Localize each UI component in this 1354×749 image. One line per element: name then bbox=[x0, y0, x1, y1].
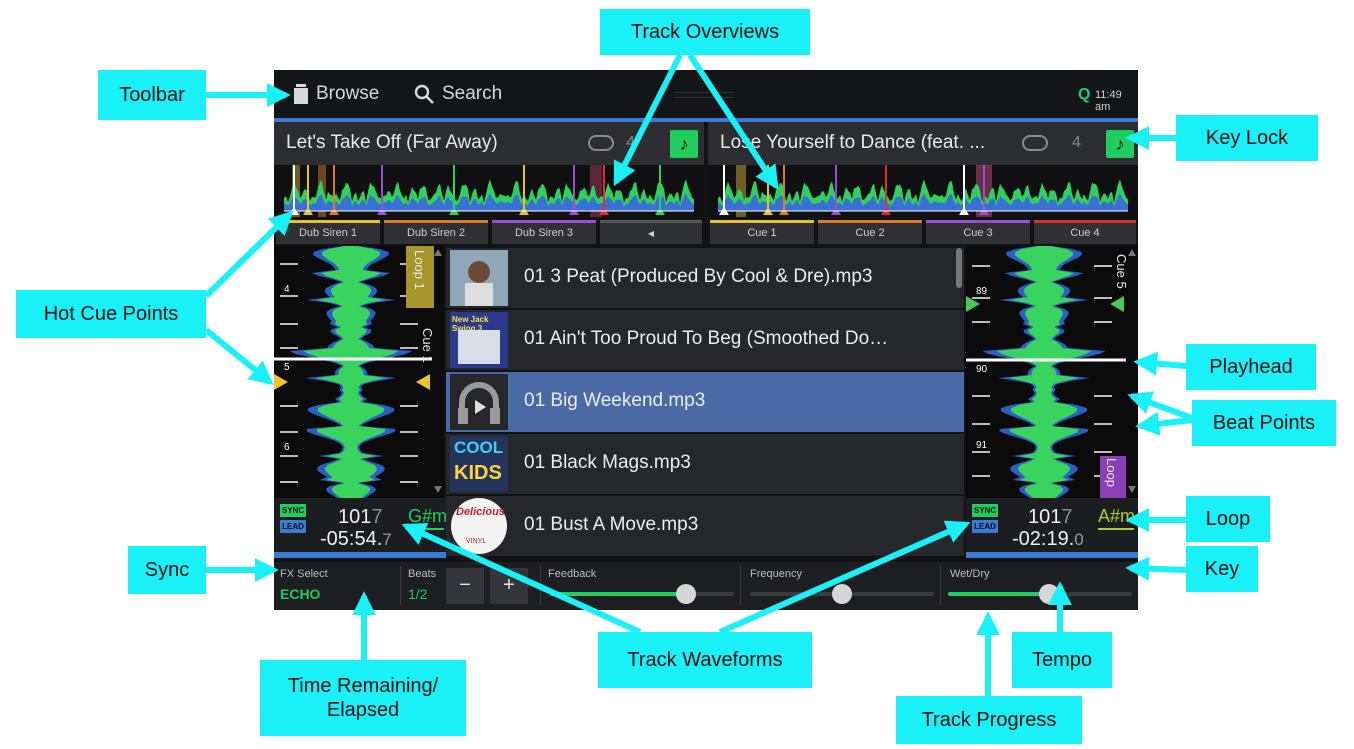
callout-toolbar: Toolbar bbox=[98, 70, 206, 120]
callout-key: Key bbox=[1186, 546, 1258, 592]
callout-key-lock: Key Lock bbox=[1176, 115, 1318, 161]
callout-beat-points: Beat Points bbox=[1192, 400, 1336, 446]
callout-tempo: Tempo bbox=[1012, 632, 1112, 688]
callout-hot-cue-points: Hot Cue Points bbox=[16, 290, 206, 338]
callout-track-waveforms: Track Waveforms bbox=[598, 632, 812, 688]
callout-sync: Sync bbox=[128, 546, 206, 594]
callout-track-overviews: Track Overviews bbox=[600, 9, 810, 55]
callout-loop: Loop bbox=[1186, 496, 1270, 542]
callout-track-progress: Track Progress bbox=[896, 696, 1082, 744]
callout-time-remaining: Time Remaining/Elapsed bbox=[260, 660, 466, 736]
callout-playhead: Playhead bbox=[1186, 344, 1316, 390]
